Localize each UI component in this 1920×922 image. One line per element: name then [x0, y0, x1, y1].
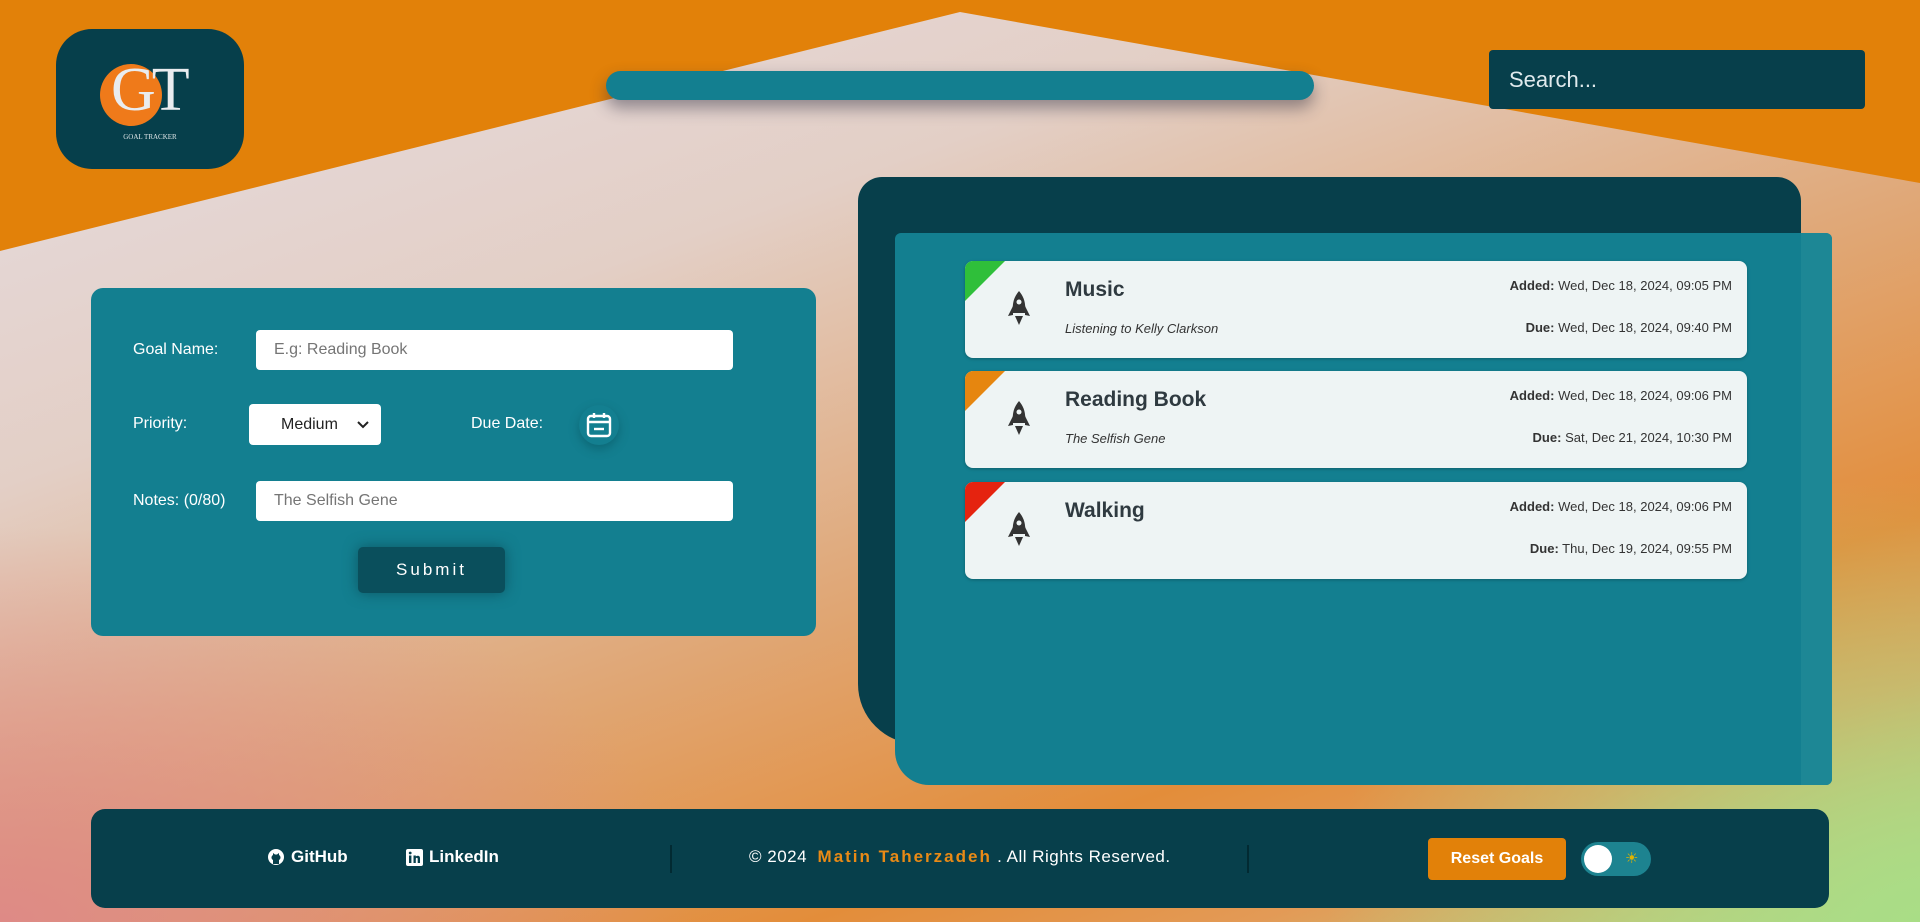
goal-due: Due: Sat, Dec 21, 2024, 10:30 PM [1533, 430, 1732, 445]
rocket-icon [1008, 401, 1030, 435]
rocket-icon [1008, 512, 1030, 546]
priority-selected-value: Medium [281, 415, 338, 433]
goal-due: Due: Thu, Dec 19, 2024, 09:55 PM [1530, 541, 1732, 556]
goal-title: Reading Book [1065, 388, 1207, 411]
added-label: Added: [1509, 278, 1555, 293]
logo-subtitle: GOAL TRACKER [123, 133, 177, 141]
added-label: Added: [1509, 499, 1555, 514]
linkedin-icon [406, 848, 423, 866]
github-icon [268, 849, 284, 865]
sun-icon: ☀ [1625, 850, 1639, 867]
added-date: Wed, Dec 18, 2024, 09:06 PM [1558, 499, 1732, 514]
goal-list-panel-edge [1801, 233, 1832, 785]
goal-added: Added: Wed, Dec 18, 2024, 09:05 PM [1510, 278, 1732, 293]
priority-label: Priority: [133, 415, 188, 432]
priority-select[interactable]: Medium [249, 404, 381, 445]
due-label: Due: [1525, 320, 1555, 335]
linkedin-label: LinkedIn [429, 847, 499, 866]
search-input[interactable] [1489, 50, 1865, 109]
goal-form: Goal Name: Priority: Medium Due Date: No… [91, 288, 816, 636]
goal-note: The Selfish Gene [1065, 431, 1166, 446]
submit-button[interactable]: Submit [358, 547, 505, 593]
added-label: Added: [1509, 388, 1555, 403]
logo-text: GT [111, 56, 190, 124]
rocket-icon [1008, 291, 1030, 325]
copyright-prefix: © 2024 [749, 847, 808, 866]
goal-added: Added: Wed, Dec 18, 2024, 09:06 PM [1510, 499, 1732, 514]
goal-title: Walking [1065, 499, 1145, 522]
due-date: Wed, Dec 18, 2024, 09:40 PM [1558, 320, 1732, 335]
added-date: Wed, Dec 18, 2024, 09:05 PM [1558, 278, 1732, 293]
toggle-knob [1584, 845, 1612, 873]
goal-added: Added: Wed, Dec 18, 2024, 09:06 PM [1510, 388, 1732, 403]
github-link[interactable]: GitHub [267, 847, 348, 867]
goal-card[interactable]: Reading Book The Selfish Gene Added: Wed… [965, 371, 1747, 468]
reset-goals-button[interactable]: Reset Goals [1428, 838, 1566, 880]
footer: GitHub LinkedIn © 2024 Matin Taherzadeh … [91, 809, 1829, 908]
calendar-icon [586, 413, 612, 438]
header-bar [606, 71, 1314, 100]
goal-name-input[interactable] [256, 330, 733, 370]
due-label: Due: [1532, 430, 1562, 445]
due-label: Due: [1529, 541, 1559, 556]
footer-divider [670, 845, 672, 873]
chevron-down-icon [357, 420, 369, 428]
priority-corner [965, 482, 1005, 522]
due-date: Sat, Dec 21, 2024, 10:30 PM [1565, 430, 1732, 445]
linkedin-link[interactable]: LinkedIn [406, 847, 499, 867]
logo[interactable]: GT GOAL TRACKER [56, 29, 244, 169]
copyright-text: © 2024 Matin Taherzadeh . All Rights Res… [749, 847, 1171, 867]
author-name: Matin Taherzadeh [817, 847, 992, 866]
added-date: Wed, Dec 18, 2024, 09:06 PM [1558, 388, 1732, 403]
goal-card[interactable]: Walking Added: Wed, Dec 18, 2024, 09:06 … [965, 482, 1747, 579]
notes-input[interactable] [256, 481, 733, 521]
calendar-button[interactable] [579, 405, 619, 445]
goal-due: Due: Wed, Dec 18, 2024, 09:40 PM [1526, 320, 1732, 335]
priority-corner [965, 371, 1005, 411]
notes-label: Notes: (0/80) [133, 492, 226, 509]
github-label: GitHub [291, 847, 348, 866]
priority-corner [965, 261, 1005, 301]
footer-divider [1247, 845, 1249, 873]
goal-note: Listening to Kelly Clarkson [1065, 321, 1219, 336]
goal-card[interactable]: Music Listening to Kelly Clarkson Added:… [965, 261, 1747, 358]
due-date: Thu, Dec 19, 2024, 09:55 PM [1562, 541, 1732, 556]
due-date-label: Due Date: [471, 415, 544, 432]
copyright-suffix: . All Rights Reserved. [997, 847, 1171, 866]
goal-name-label: Goal Name: [133, 341, 219, 358]
goal-title: Music [1065, 278, 1125, 301]
theme-toggle[interactable]: ☀ [1581, 842, 1651, 876]
